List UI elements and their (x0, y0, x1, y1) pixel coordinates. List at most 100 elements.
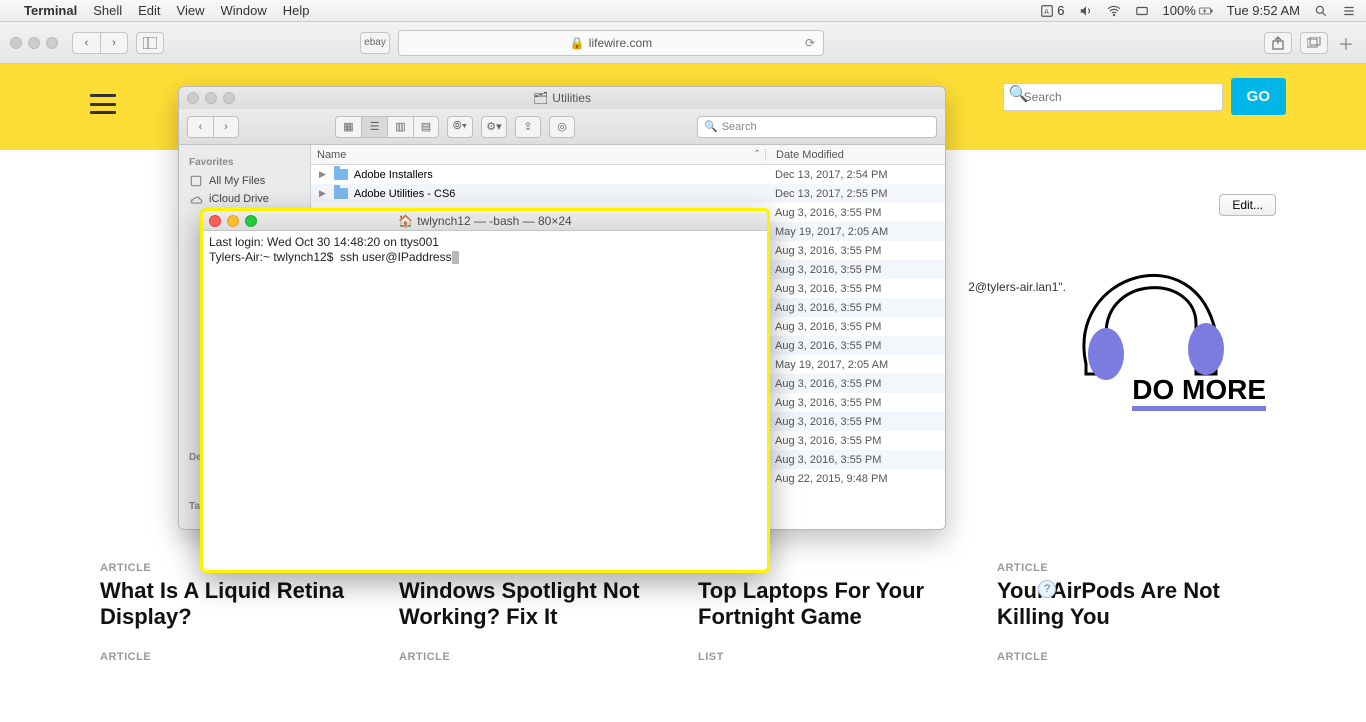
nav-forward-button[interactable]: › (213, 116, 239, 138)
section-title-do-more: DO MORE (1132, 374, 1266, 411)
safari-traffic-lights (10, 37, 58, 49)
menu-shell[interactable]: Shell (93, 3, 122, 18)
article-headline: What Is A Liquid Retina Display? (100, 578, 369, 631)
menu-view[interactable]: View (177, 3, 205, 18)
terminal-titlebar[interactable]: 🏠 twlynch12 — -bash — 80×24 (203, 211, 767, 231)
home-icon: 🏠 (398, 214, 413, 228)
menu-window[interactable]: Window (221, 3, 267, 18)
column-headers: Nameˆ Date Modified (311, 145, 945, 165)
file-date-text: Aug 3, 2016, 3:55 PM (765, 397, 945, 409)
file-date-text: Aug 3, 2016, 3:55 PM (765, 435, 945, 447)
folder-icon (334, 188, 348, 199)
terminal-window[interactable]: 🏠 twlynch12 — -bash — 80×24 Last login: … (203, 211, 767, 570)
file-date-text: Aug 3, 2016, 3:55 PM (765, 283, 945, 295)
file-date-text: Aug 22, 2015, 9:48 PM (765, 473, 945, 485)
table-row[interactable]: ▶Adobe Utilities - CS6Dec 13, 2017, 2:55… (311, 184, 945, 203)
menubar-app-name[interactable]: Terminal (24, 3, 77, 18)
disclosure-triangle-icon[interactable]: ▶ (319, 188, 326, 199)
file-date-text: Aug 3, 2016, 3:55 PM (765, 264, 945, 276)
article-kicker: ARTICLE (997, 562, 1266, 574)
zoom-button[interactable] (46, 37, 58, 49)
file-date-text: Aug 3, 2016, 3:55 PM (765, 378, 945, 390)
view-columns-button[interactable]: ▥ (387, 116, 413, 138)
view-gallery-button[interactable]: ▤ (413, 116, 439, 138)
safari-address-bar[interactable]: 🔒 lifewire.com ⟳ (398, 30, 824, 56)
wifi-icon[interactable] (1107, 4, 1121, 18)
finder-titlebar[interactable]: 🗂 Utilities (179, 87, 945, 109)
close-button[interactable] (187, 92, 199, 104)
zoom-button[interactable] (223, 92, 235, 104)
sidebar-item-icloud-drive[interactable]: iCloud Drive (187, 190, 302, 208)
view-list-button[interactable]: ☰ (361, 116, 387, 138)
go-button[interactable]: GO (1231, 78, 1286, 115)
file-date-text: Aug 3, 2016, 3:55 PM (765, 340, 945, 352)
headphones-illustration (1046, 214, 1246, 384)
share-button[interactable] (1264, 32, 1292, 54)
input-pad-icon[interactable] (1135, 4, 1149, 18)
reload-icon[interactable]: ⟳ (805, 36, 815, 50)
menu-help[interactable]: Help (283, 3, 310, 18)
file-date-text: Aug 3, 2016, 3:55 PM (765, 454, 945, 466)
url-host-text: lifewire.com (589, 36, 652, 50)
file-date-text: Aug 3, 2016, 3:55 PM (765, 416, 945, 428)
table-row[interactable]: ▶Adobe InstallersDec 13, 2017, 2:54 PM (311, 165, 945, 184)
action-gear-button[interactable]: ⚙︎▾ (481, 116, 507, 138)
article-headline: Top Laptops For Your Fortnight Game (698, 578, 967, 631)
terminal-highlight-border: 🏠 twlynch12 — -bash — 80×24 Last login: … (200, 208, 770, 573)
column-header-date[interactable]: Date Modified (765, 149, 945, 161)
file-date-text: Aug 3, 2016, 3:55 PM (765, 207, 945, 219)
clock[interactable]: Tue 9:52 AM (1227, 3, 1300, 18)
notification-center-icon[interactable] (1342, 4, 1356, 18)
battery-percent-text: 100% (1163, 3, 1196, 18)
terminal-content[interactable]: Last login: Wed Oct 30 14:48:20 on ttys0… (203, 231, 767, 570)
tabs-overview-button[interactable] (1300, 32, 1328, 54)
article-card[interactable]: ARTICLE What Is A Liquid Retina Display?… (100, 562, 369, 722)
file-date-text: Aug 3, 2016, 3:55 PM (765, 245, 945, 257)
hamburger-menu-icon[interactable] (90, 94, 116, 114)
minimize-button[interactable] (28, 37, 40, 49)
file-date-text: May 19, 2017, 2:05 AM (765, 359, 945, 371)
tags-button[interactable]: ◎ (549, 116, 575, 138)
nav-back-button[interactable]: ‹ (72, 32, 100, 54)
nav-back-button[interactable]: ‹ (187, 116, 213, 138)
sidebar-toggle-button[interactable] (136, 32, 164, 54)
sidebar-item-all-my-files[interactable]: All My Files (187, 172, 302, 190)
sidebar-favorites-header: Favorites (189, 157, 302, 168)
share-button[interactable]: ⇪ (515, 116, 541, 138)
file-date-text: May 19, 2017, 2:05 AM (765, 226, 945, 238)
minimize-button[interactable] (227, 215, 239, 227)
site-search: 🔍 GO (1003, 78, 1286, 115)
article-card[interactable]: LIST Top Laptops For Your Fortnight Game… (698, 562, 967, 722)
close-button[interactable] (209, 215, 221, 227)
file-name-text: Adobe Installers (354, 169, 433, 181)
terminal-prompt-line: Tylers-Air:~ twlynch12$ ssh user@IPaddre… (209, 250, 452, 264)
ebay-favicon-button[interactable]: ebay (360, 32, 390, 54)
minimize-button[interactable] (205, 92, 217, 104)
volume-icon[interactable] (1079, 4, 1093, 18)
site-search-input[interactable] (1003, 83, 1223, 111)
svg-text:A: A (1044, 8, 1049, 15)
column-header-name[interactable]: Nameˆ (311, 149, 765, 161)
edit-button[interactable]: Edit... (1219, 194, 1276, 216)
ebay-label: ebay (364, 37, 386, 48)
sidebar-item-label: iCloud Drive (209, 193, 269, 205)
new-tab-button[interactable]: ＋ (1336, 33, 1356, 53)
help-icon[interactable]: ? (1038, 580, 1056, 598)
finder-search-field[interactable]: 🔍 Search (697, 116, 937, 138)
close-button[interactable] (10, 37, 22, 49)
safari-toolbar: ‹ › ebay 🔒 lifewire.com ⟳ ＋ (0, 22, 1366, 64)
article-card[interactable]: ARTICLE Windows Spotlight Not Working? F… (399, 562, 668, 722)
nav-forward-button[interactable]: › (100, 32, 128, 54)
menu-edit[interactable]: Edit (138, 3, 160, 18)
disclosure-triangle-icon[interactable]: ▶ (319, 169, 326, 180)
article-kicker: LIST (698, 651, 967, 663)
battery-status[interactable]: 100% (1163, 3, 1213, 18)
adobe-notif-count: 6 (1057, 3, 1064, 18)
spotlight-icon[interactable] (1314, 4, 1328, 18)
arrange-button[interactable]: ⦾▾ (447, 116, 473, 138)
file-date-text: Aug 3, 2016, 3:55 PM (765, 302, 945, 314)
zoom-button[interactable] (245, 215, 257, 227)
adobe-cc-icon[interactable]: A6 (1040, 3, 1064, 18)
view-icons-button[interactable]: ▦ (335, 116, 361, 138)
terminal-cursor (452, 251, 459, 264)
